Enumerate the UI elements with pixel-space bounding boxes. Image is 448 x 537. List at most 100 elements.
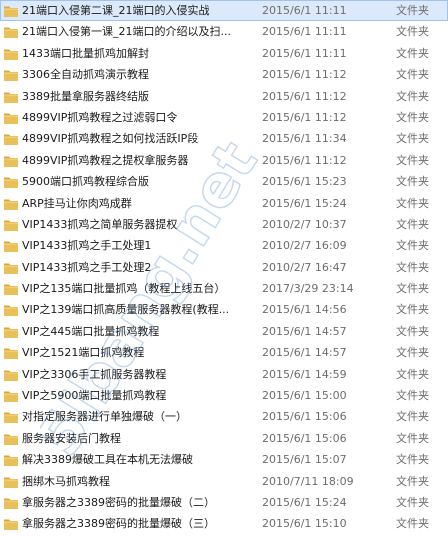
file-date: 2015/6/1 15:07 — [262, 453, 347, 467]
file-row[interactable]: 4899VIP抓鸡教程之过滤弱口令 2015/6/1 11:12 文件夹 — [0, 107, 448, 128]
file-type: 文件夹 — [396, 453, 429, 467]
folder-icon — [4, 498, 18, 509]
file-row[interactable]: 4899VIP抓鸡教程之提权拿服务器 2015/6/1 11:12 文件夹 — [0, 150, 448, 171]
file-date: 2010/7/11 18:09 — [262, 474, 354, 488]
file-date: 2015/6/1 15:06 — [262, 410, 347, 424]
file-row[interactable]: 5900端口抓鸡教程综合版 2015/6/1 15:23 文件夹 — [0, 171, 448, 192]
folder-icon — [4, 70, 18, 82]
file-name: 1433端口批量抓鸡加解封 — [22, 46, 149, 60]
file-name: 5900端口抓鸡教程综合版 — [22, 175, 149, 189]
file-name: 捆绑木马抓鸡教程 — [22, 474, 110, 488]
folder-icon — [4, 134, 18, 146]
file-date: 2015/6/1 11:12 — [262, 68, 347, 82]
file-row[interactable]: VIP之139端口抓高质量服务器教程(教程... 2015/6/1 14:56 文件… — [0, 299, 448, 320]
file-date: 2015/6/1 11:12 — [262, 110, 347, 124]
file-type: 文件夹 — [396, 517, 429, 531]
folder-icon — [4, 305, 18, 317]
folder-icon — [4, 519, 18, 531]
folder-icon — [4, 113, 18, 124]
file-name: 服务器安装后门教程 — [22, 431, 121, 445]
file-type: 文件夹 — [396, 260, 429, 274]
file-type: 文件夹 — [396, 153, 429, 167]
file-type: 文件夹 — [396, 431, 429, 445]
file-date: 2010/2/7 16:09 — [262, 239, 347, 253]
file-type: 文件夹 — [396, 25, 429, 39]
file-date: 2015/6/1 11:11 — [262, 4, 347, 17]
file-type: 文件夹 — [396, 324, 429, 338]
file-type: 文件夹 — [396, 239, 429, 253]
file-type: 文件夹 — [396, 474, 429, 488]
folder-icon — [4, 92, 18, 103]
file-type: 文件夹 — [396, 46, 429, 60]
folder-icon — [4, 263, 18, 274]
file-name: 21端口入侵第二课_21端口的入侵实战 — [22, 4, 210, 17]
file-row[interactable]: VIP1433抓鸡之手工处理2 2010/2/7 16:47 文件夹 — [0, 257, 448, 278]
file-row[interactable]: 21端口入侵第二课_21端口的入侵实战 2015/6/1 11:11 文件夹 — [0, 0, 448, 22]
file-date: 2015/6/1 15:24 — [262, 495, 347, 509]
file-type: 文件夹 — [396, 175, 429, 189]
file-name: 21端口入侵第一课_21端口的介绍以及扫... — [22, 25, 231, 39]
folder-icon — [4, 412, 18, 424]
folder-icon — [4, 6, 18, 17]
file-row[interactable]: VIP之5900端口批量抓鸡教程 2015/6/1 15:00 文件夹 — [0, 385, 448, 406]
folder-icon — [4, 391, 18, 403]
file-name: VIP之3306手工抓服务器教程 — [22, 367, 167, 381]
file-name: 拿服务器之3389密码的批量爆破（二） — [22, 495, 215, 509]
file-type: 文件夹 — [396, 495, 429, 509]
file-date: 2015/6/1 14:57 — [262, 346, 347, 360]
file-row[interactable]: ARP挂马让你肉鸡成群 2015/6/1 15:24 文件夹 — [0, 193, 448, 214]
file-name: 3306全自动抓鸡演示教程 — [22, 68, 149, 82]
file-row[interactable]: 捆绑木马抓鸡教程 2010/7/11 18:09 文件夹 — [0, 471, 448, 492]
file-row[interactable]: VIP之135端口批量抓鸡（教程上线五台） 2017/3/29 23:14 文件夹 — [0, 278, 448, 299]
file-type: 文件夹 — [396, 196, 429, 210]
file-name: ARP挂马让你肉鸡成群 — [22, 196, 132, 210]
folder-icon — [4, 177, 18, 189]
file-row[interactable]: 解决3389爆破工具在本机无法爆破 2015/6/1 15:07 文件夹 — [0, 449, 448, 470]
file-name: VIP之1521端口抓鸡教程 — [22, 346, 145, 360]
file-row[interactable]: 3389批量拿服务器终结版 2015/6/1 11:12 文件夹 — [0, 86, 448, 107]
file-name: VIP1433抓鸡之简单服务器提权 — [22, 217, 178, 231]
file-date: 2015/6/1 11:11 — [262, 46, 347, 60]
file-date: 2010/2/7 16:47 — [262, 260, 347, 274]
file-row[interactable]: 1433端口批量抓鸡加解封 2015/6/1 11:11 文件夹 — [0, 43, 448, 64]
file-row[interactable]: VIP1433抓鸡之手工处理1 2010/2/7 16:09 文件夹 — [0, 235, 448, 256]
file-type: 文件夹 — [396, 410, 429, 424]
file-name: VIP1433抓鸡之手工处理1 — [22, 239, 152, 253]
file-name: VIP1433抓鸡之手工处理2 — [22, 260, 152, 274]
file-row[interactable]: VIP之445端口批量抓鸡教程 2015/6/1 14:57 文件夹 — [0, 321, 448, 342]
folder-icon — [4, 370, 18, 381]
file-name: 拿服务器之3389密码的批量爆破（三） — [22, 517, 215, 531]
file-date: 2015/6/1 15:23 — [262, 175, 347, 189]
file-name: VIP之5900端口批量抓鸡教程 — [22, 389, 167, 403]
file-row[interactable]: 服务器安装后门教程 2015/6/1 15:06 文件夹 — [0, 428, 448, 449]
file-date: 2015/6/1 11:11 — [262, 25, 347, 39]
file-name: 3389批量拿服务器终结版 — [22, 89, 149, 103]
file-row[interactable]: VIP之3306手工抓服务器教程 2015/6/1 14:59 文件夹 — [0, 364, 448, 385]
file-row[interactable]: VIP之1521端口抓鸡教程 2015/6/1 14:57 文件夹 — [0, 342, 448, 363]
folder-icon — [4, 241, 18, 253]
file-row[interactable]: 21端口入侵第一课_21端口的介绍以及扫... 2015/6/1 11:11 文件夹 — [0, 21, 448, 42]
file-type: 文件夹 — [396, 132, 429, 146]
file-date: 2015/6/1 15:24 — [262, 196, 347, 210]
file-date: 2015/6/1 14:56 — [262, 303, 347, 317]
file-row[interactable]: 3306全自动抓鸡演示教程 2015/6/1 11:12 文件夹 — [0, 64, 448, 85]
folder-icon — [4, 477, 18, 488]
file-name: 4899VIP抓鸡教程之过滤弱口令 — [22, 110, 178, 124]
folder-icon — [4, 27, 18, 39]
file-row[interactable]: 4899VIP抓鸡教程之如何找活跃IP段 2015/6/1 11:34 文件夹 — [0, 128, 448, 149]
file-type: 文件夹 — [396, 4, 429, 17]
folder-icon — [4, 156, 18, 167]
file-name: 4899VIP抓鸡教程之提权拿服务器 — [22, 153, 189, 167]
file-row[interactable]: VIP1433抓鸡之简单服务器提权 2010/2/7 10:37 文件夹 — [0, 214, 448, 235]
file-date: 2015/6/1 14:59 — [262, 367, 347, 381]
file-row[interactable]: 对指定服务器进行单独爆破（一） 2015/6/1 15:06 文件夹 — [0, 406, 448, 427]
file-row[interactable]: 拿服务器之3389密码的批量爆破（二） 2015/6/1 15:24 文件夹 — [0, 492, 448, 513]
file-list[interactable]: 21端口入侵第二课_21端口的入侵实战 2015/6/1 11:11 文件夹 21端口… — [0, 0, 448, 537]
file-type: 文件夹 — [396, 217, 429, 231]
file-name: VIP之139端口抓高质量服务器教程(教程... — [22, 303, 230, 317]
folder-icon — [4, 348, 18, 360]
file-date: 2015/6/1 15:06 — [262, 431, 347, 445]
file-row[interactable]: 拿服务器之3389密码的批量爆破（三） 2015/6/1 15:10 文件夹 — [0, 513, 448, 534]
file-date: 2010/2/7 10:37 — [262, 217, 347, 231]
folder-icon — [4, 284, 18, 296]
